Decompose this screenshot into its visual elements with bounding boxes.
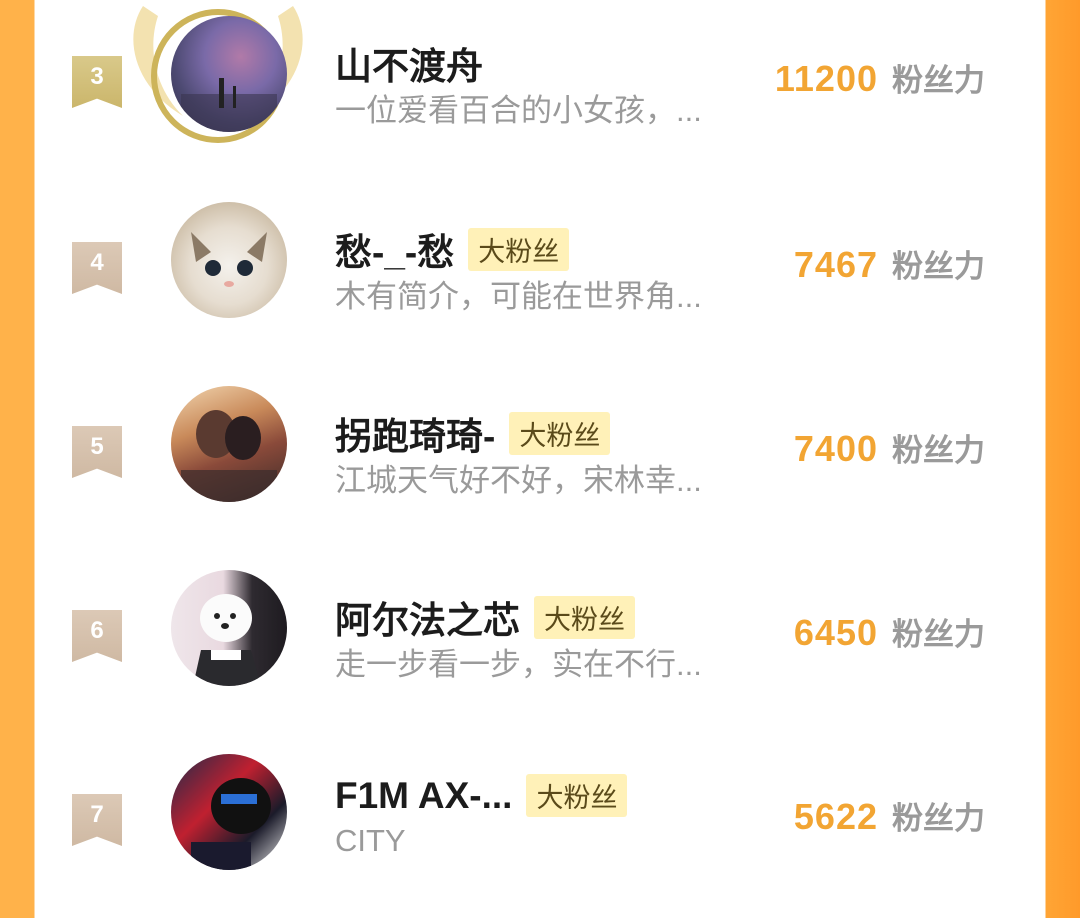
user-description: CITY	[335, 823, 406, 858]
avatar-wrapper[interactable]	[171, 570, 289, 688]
rank-badge: 7	[72, 794, 122, 846]
ranking-row[interactable]: 3 山不渡舟 一位爱看百合的小女孩，... 11200 粉丝力	[35, 0, 1045, 180]
fan-power: 7467 粉丝力	[794, 241, 985, 286]
fan-power: 5622 粉丝力	[794, 793, 985, 838]
avatar-wrapper[interactable]	[171, 386, 289, 504]
fan-power-value: 11200	[774, 58, 878, 99]
user-description: 江城天气好不好，宋林幸...	[335, 463, 702, 498]
fan-power-unit: 粉丝力	[892, 617, 985, 652]
fan-power: 6450 粉丝力	[794, 609, 985, 654]
user-description: 走一步看一步，实在不行...	[335, 647, 702, 682]
ranking-row[interactable]: 6 阿尔法之芯 大粉丝 走一步看一步，实在不行... 6450 粉丝力	[35, 550, 1045, 734]
user-name[interactable]: 山不渡舟	[335, 36, 483, 90]
ranking-row[interactable]: 7 F1M AX-... 大粉丝 CITY 5622 粉丝力	[35, 734, 1045, 918]
fan-power-value: 5622	[793, 796, 878, 837]
rank-badge: 5	[72, 426, 122, 478]
user-name[interactable]: 愁-_-愁 大粉丝	[335, 222, 570, 276]
user-name[interactable]: F1M AX-... 大粉丝	[335, 774, 628, 817]
ranking-row[interactable]: 5 拐跑琦琦- 大粉丝 江城天气好不好，宋林幸... 7400 粉丝力	[35, 366, 1045, 550]
fan-power: 11200 粉丝力	[775, 55, 985, 100]
fan-level-badge: 大粉丝	[534, 595, 635, 639]
fan-ranking-list: 3 山不渡舟 一位爱看百合的小女孩，... 11200 粉丝力 4 愁-_-愁 …	[35, 0, 1045, 870]
rank-badge: 4	[72, 242, 122, 294]
ranking-row[interactable]: 4 愁-_-愁 大粉丝 木有简介，可能在世界角... 7467 粉丝力	[35, 182, 1045, 366]
avatar	[171, 202, 287, 318]
fan-power-value: 7400	[793, 428, 878, 469]
fan-level-badge: 大粉丝	[526, 774, 628, 817]
avatar-wrapper[interactable]	[171, 202, 289, 320]
user-name[interactable]: 拐跑琦琦- 大粉丝	[335, 406, 611, 460]
fan-power-value: 7467	[793, 244, 878, 285]
fan-power-unit: 粉丝力	[892, 63, 985, 98]
avatar	[171, 754, 287, 870]
avatar	[171, 386, 287, 502]
avatar	[171, 570, 287, 686]
avatar-with-laurel[interactable]	[133, 6, 303, 143]
fan-level-badge: 大粉丝	[468, 227, 570, 271]
fan-level-badge: 大粉丝	[509, 411, 611, 455]
user-description: 一位爱看百合的小女孩，...	[335, 93, 702, 128]
fan-power-unit: 粉丝力	[892, 801, 985, 836]
fan-power-value: 6450	[793, 612, 878, 653]
fan-power: 7400 粉丝力	[794, 425, 985, 470]
avatar	[171, 16, 287, 132]
user-description: 木有简介，可能在世界角...	[335, 279, 702, 314]
fan-power-unit: 粉丝力	[892, 249, 985, 284]
fan-power-unit: 粉丝力	[892, 433, 985, 468]
rank-badge: 6	[72, 610, 122, 662]
user-name[interactable]: 阿尔法之芯 大粉丝	[335, 590, 635, 644]
avatar-wrapper[interactable]	[171, 754, 289, 872]
